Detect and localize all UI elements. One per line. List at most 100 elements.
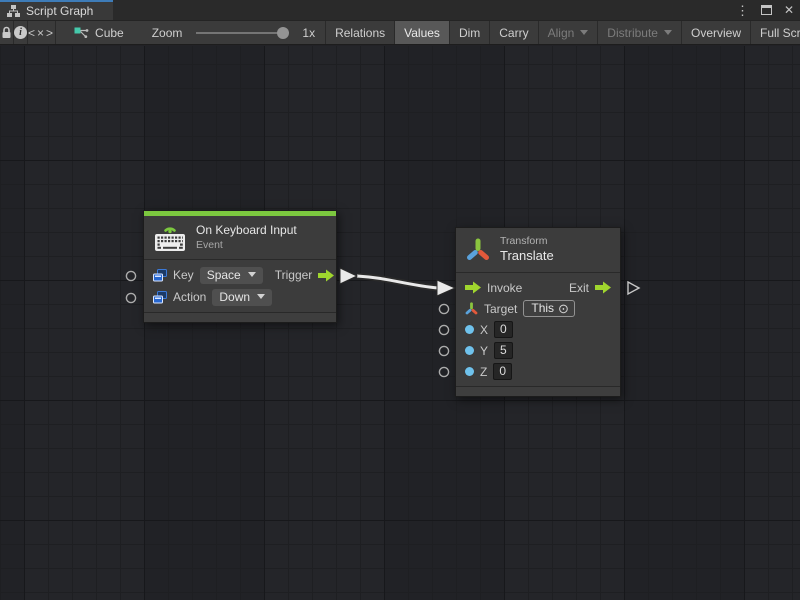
key-dropdown[interactable]: Space: [200, 267, 263, 284]
node-subtitle: Event: [196, 239, 297, 252]
lock-icon: [0, 26, 13, 39]
input-port-circle-z[interactable]: [439, 367, 448, 376]
port-label-key: Key: [173, 268, 194, 282]
toolbar-button-overview[interactable]: Overview: [682, 21, 751, 44]
button-label: Values: [404, 26, 440, 40]
script-graph-icon: [7, 5, 20, 17]
info-button[interactable]: i: [14, 21, 28, 44]
lock-button[interactable]: [0, 21, 14, 44]
node-header-text: Transform Translate: [500, 235, 554, 265]
node-title: Translate: [500, 248, 554, 265]
node-on-keyboard-input[interactable]: On Keyboard Input Event Key Space Trigge…: [143, 210, 337, 323]
button-label: Relations: [335, 26, 385, 40]
tab-script-graph[interactable]: Script Graph: [0, 0, 113, 20]
graph-toolbar: i <×> Cube Zoom 1x Relations Values Dim …: [0, 20, 800, 45]
exit-port-triangle[interactable]: [628, 282, 639, 294]
graph-breadcrumb[interactable]: Cube: [95, 26, 124, 40]
transform-target-icon: [465, 302, 478, 315]
invoke-input-port-icon[interactable]: [465, 281, 481, 294]
node-header-text: On Keyboard Input Event: [196, 223, 297, 252]
toolbar-button-dim[interactable]: Dim: [450, 21, 490, 44]
action-dropdown[interactable]: Down: [212, 289, 272, 306]
z-value-field[interactable]: 0: [493, 363, 512, 380]
node-footer: [144, 312, 336, 322]
toolbar-button-distribute[interactable]: Distribute: [598, 21, 682, 44]
window-tab-bar: Script Graph ⋮ ✕: [0, 0, 800, 20]
node-title: On Keyboard Input: [196, 223, 297, 238]
port-row-target: Target This ⊙: [456, 298, 620, 319]
input-port-circle-x[interactable]: [439, 325, 448, 334]
edit-script-button[interactable]: <×>: [28, 21, 56, 44]
wire-start-arrow[interactable]: [340, 268, 357, 284]
target-value: This: [531, 301, 554, 315]
wire-end-arrow[interactable]: [437, 280, 455, 296]
zoom-label: Zoom: [152, 26, 183, 40]
exit-output-port-icon[interactable]: [595, 281, 611, 294]
button-label: Carry: [499, 26, 528, 40]
value-port-z-icon[interactable]: [465, 367, 474, 376]
port-row-x: X 0: [456, 319, 620, 340]
wire-outline: [357, 276, 438, 288]
port-row-y: Y 5: [456, 340, 620, 361]
port-label-x: X: [480, 323, 488, 337]
zoom-slider-knob[interactable]: [277, 27, 289, 39]
node-transform-translate[interactable]: Transform Translate Invoke Exit: [455, 227, 621, 397]
x-value-field[interactable]: 0: [494, 321, 513, 338]
node-header[interactable]: Transform Translate: [456, 228, 620, 273]
trigger-output-port-icon[interactable]: [318, 269, 334, 282]
literal-value-icon: [153, 269, 167, 282]
port-label-target: Target: [484, 302, 517, 316]
node-ports: Key Space Trigger Action: [144, 260, 336, 312]
graph-canvas[interactable]: On Keyboard Input Event Key Space Trigge…: [0, 46, 800, 600]
caret-down-icon: [664, 30, 672, 35]
port-row-action: Action Down: [144, 286, 336, 308]
button-label: Distribute: [607, 26, 658, 40]
zoom-slider-track[interactable]: [196, 32, 288, 34]
button-label: Overview: [691, 26, 741, 40]
window-menu-icon[interactable]: ⋮: [736, 4, 749, 17]
input-port-circle-action[interactable]: [126, 293, 135, 302]
caret-down-icon: [580, 30, 588, 35]
graph-context-segment: Cube Zoom 1x: [56, 21, 326, 44]
node-category: Transform: [500, 235, 554, 248]
target-object-field[interactable]: This ⊙: [523, 300, 575, 317]
info-icon: i: [14, 26, 27, 39]
port-label-exit: Exit: [569, 281, 589, 295]
toolbar-button-relations[interactable]: Relations: [326, 21, 395, 44]
port-label-action: Action: [173, 290, 206, 304]
port-label-y: Y: [480, 344, 488, 358]
zoom-slider[interactable]: [196, 26, 288, 39]
close-icon[interactable]: ✕: [784, 4, 794, 16]
caret-down-icon: [248, 272, 256, 277]
node-header[interactable]: On Keyboard Input Event: [144, 216, 336, 260]
toolbar-button-values[interactable]: Values: [395, 21, 450, 44]
port-row-invoke: Invoke Exit: [456, 277, 620, 298]
toolbar-button-fullscreen[interactable]: Full Screen: [751, 21, 800, 44]
literal-value-icon: [153, 291, 167, 304]
input-port-circle-key[interactable]: [126, 271, 135, 280]
value-port-x-icon[interactable]: [465, 325, 474, 334]
caret-down-icon: [257, 294, 265, 299]
port-row-key: Key Space Trigger: [144, 264, 336, 286]
tab-title: Script Graph: [26, 4, 93, 18]
value-port-y-icon[interactable]: [465, 346, 474, 355]
node-footer: [456, 386, 620, 396]
transform-icon: [465, 237, 491, 263]
maximize-icon[interactable]: [761, 5, 772, 15]
input-port-circle-y[interactable]: [439, 346, 448, 355]
button-label: Dim: [459, 26, 480, 40]
wire-trigger-to-invoke[interactable]: [357, 276, 438, 288]
y-value-field[interactable]: 5: [494, 342, 513, 359]
graph-node-icon: [74, 26, 89, 39]
keyboard-input-icon: [153, 224, 187, 252]
port-label-invoke: Invoke: [487, 281, 522, 295]
input-port-circle-target[interactable]: [439, 304, 448, 313]
port-label-z: Z: [480, 365, 487, 379]
toolbar-button-align[interactable]: Align: [539, 21, 599, 44]
object-picker-icon[interactable]: ⊙: [558, 302, 569, 315]
button-label: Full Screen: [760, 26, 800, 40]
toolbar-button-carry[interactable]: Carry: [490, 21, 538, 44]
connection-layer: [0, 46, 800, 600]
node-ports: Invoke Exit Target This ⊙: [456, 273, 620, 386]
button-label: Align: [548, 26, 575, 40]
